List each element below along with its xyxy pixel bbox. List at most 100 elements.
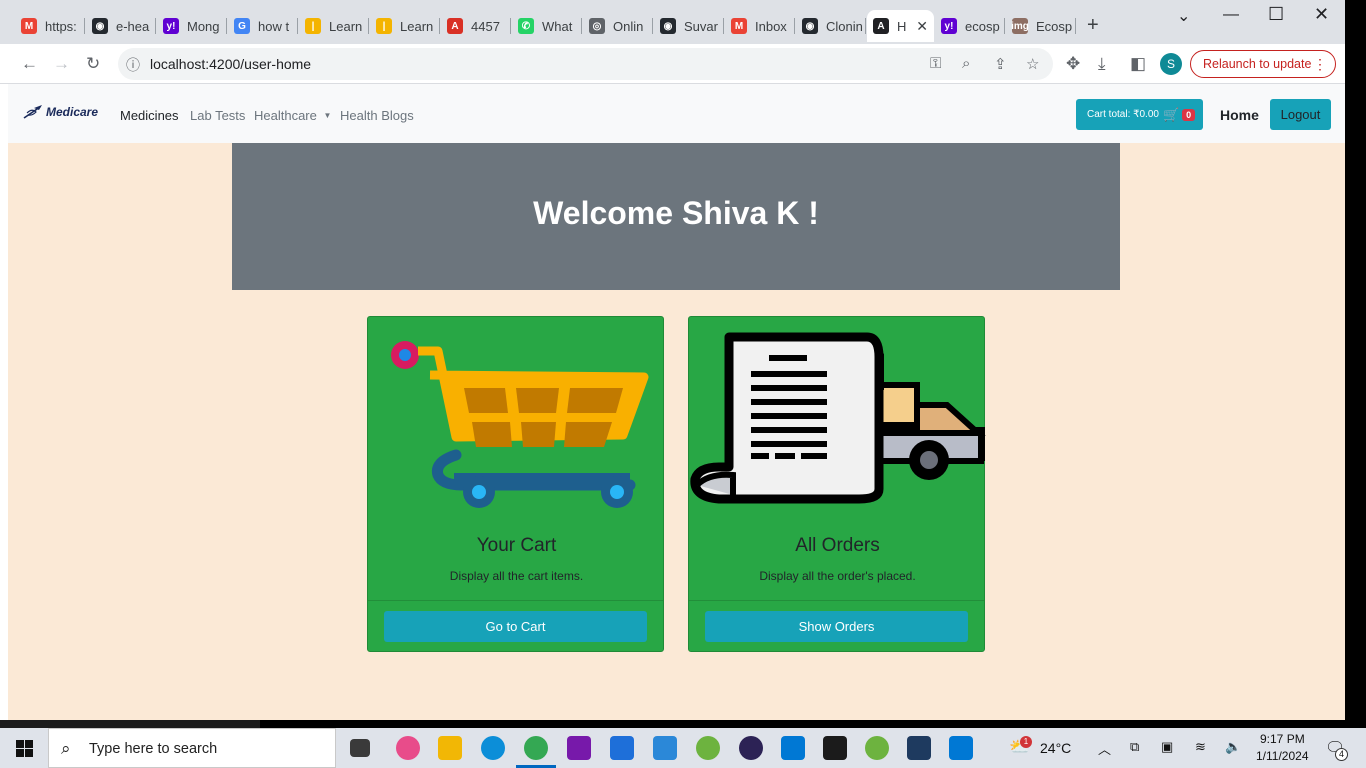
tab-separator xyxy=(226,18,227,34)
forward-arrow-icon[interactable]: → xyxy=(53,54,70,74)
show-hidden-icons-chevron-icon[interactable]: ︿ xyxy=(1098,739,1111,758)
eclipse-icon[interactable] xyxy=(739,736,763,760)
mysql-workbench-icon[interactable] xyxy=(907,736,931,760)
go-to-cart-button[interactable]: Go to Cart xyxy=(384,611,647,642)
meet-now-icon[interactable]: ⧉ xyxy=(1130,739,1139,755)
download-icon[interactable]: ⤓ xyxy=(1098,54,1106,74)
weather-temperature[interactable]: 24°C xyxy=(1040,740,1071,756)
browser-tab[interactable]: ◉ Clonin xyxy=(796,10,866,42)
browser-tab[interactable]: ◉ e-hea xyxy=(86,10,156,42)
taskbar-search-box[interactable]: ⌕ Type here to search xyxy=(48,728,336,768)
task-view-icon[interactable] xyxy=(350,739,370,757)
tab-separator xyxy=(368,18,369,34)
browser-tab[interactable]: Ghow t xyxy=(228,10,298,42)
screen-icon[interactable]: ▣ xyxy=(1161,739,1173,755)
browser-tab[interactable]: ◎ Onlin xyxy=(583,10,653,42)
github-icon: ◉ xyxy=(660,18,676,34)
reload-icon[interactable]: ↻ xyxy=(86,54,100,74)
tab-title: 4457 xyxy=(471,18,500,34)
delivery-truck-receipt-icon xyxy=(690,332,986,504)
clock-date[interactable]: 1/11/2024 xyxy=(1256,749,1309,763)
brand-logo[interactable]: Medicare xyxy=(22,104,98,120)
show-orders-button[interactable]: Show Orders xyxy=(705,611,968,642)
nav-link-medicines[interactable]: Medicines xyxy=(120,108,179,123)
browser-tab[interactable]: ✆ What xyxy=(512,10,582,42)
nav-dropdown-healthcare[interactable]: Healthcare ▼ xyxy=(254,108,331,123)
img-icon: img xyxy=(1011,18,1029,34)
yahoo-icon: y! xyxy=(163,18,179,34)
onenote-icon[interactable] xyxy=(567,736,591,760)
browser-tab[interactable]: img Ecosp xyxy=(1006,10,1076,42)
relaunch-button[interactable]: Relaunch to update ⋮ xyxy=(1190,50,1336,78)
search-placeholder: Type here to search xyxy=(89,741,218,757)
gmail-icon: M xyxy=(21,18,37,34)
welcome-banner: Welcome Shiva K ! xyxy=(232,143,1120,290)
side-panel-icon[interactable]: ◧ xyxy=(1130,54,1146,74)
browser-tab[interactable]: | Learn xyxy=(299,10,369,42)
relaunch-label: Relaunch to update xyxy=(1203,57,1312,71)
card-divider xyxy=(689,600,984,601)
close-tab-icon[interactable]: ✕ xyxy=(910,18,928,35)
search-icon: ⌕ xyxy=(61,739,71,758)
browser-tab[interactable]: A H ✕ xyxy=(867,10,934,42)
clock-time[interactable]: 9:17 PM xyxy=(1260,732,1305,746)
vscode-icon[interactable] xyxy=(949,736,973,760)
minimize-button[interactable]: — xyxy=(1223,6,1239,24)
spring-tools-icon[interactable] xyxy=(865,736,889,760)
tab-title: Onlin xyxy=(613,18,644,34)
logout-button[interactable]: Logout xyxy=(1270,99,1331,130)
profile-avatar[interactable]: S xyxy=(1160,53,1182,75)
file-explorer-icon[interactable] xyxy=(438,736,462,760)
vscode-icon[interactable] xyxy=(781,736,805,760)
share-icon[interactable]: ⇪ xyxy=(994,55,1007,73)
chrome-icon[interactable] xyxy=(524,736,548,760)
site-info-icon[interactable]: ⓘ xyxy=(126,55,140,75)
windows-start-icon[interactable] xyxy=(16,740,33,757)
spring-tools-icon[interactable] xyxy=(696,736,720,760)
tab-separator xyxy=(865,18,866,34)
key-icon[interactable]: ⚿ xyxy=(930,55,941,72)
browser-tab[interactable]: Mhttps: xyxy=(15,10,85,42)
tab-title: What xyxy=(542,18,573,34)
todo-icon[interactable] xyxy=(653,736,677,760)
tab-separator xyxy=(439,18,440,34)
brand-name: Medicare xyxy=(46,105,99,119)
browser-tab[interactable]: ◉ Suvar xyxy=(654,10,724,42)
horizontal-scrollbar[interactable] xyxy=(0,720,260,728)
back-arrow-icon[interactable]: ← xyxy=(21,54,38,74)
terminal-icon[interactable] xyxy=(823,736,847,760)
browser-tab[interactable]: A 4457 xyxy=(441,10,511,42)
new-tab-button[interactable]: + xyxy=(1087,14,1099,37)
browser-window: Mhttps: ◉ e-hea y! Mong Ghow t | Learn | Learn A 44… xyxy=(0,0,1345,720)
maximize-button[interactable]: ☐ xyxy=(1268,4,1284,25)
close-window-button[interactable]: ✕ xyxy=(1314,4,1329,25)
wifi-icon[interactable]: ≋ xyxy=(1195,739,1206,755)
tab-title: Learn xyxy=(329,18,363,34)
whatsapp-icon: ✆ xyxy=(518,18,534,34)
browser-tab[interactable]: y! ecosp xyxy=(935,10,1005,42)
more-menu-icon[interactable]: ⋮ xyxy=(1313,56,1327,73)
nav-link-lab-tests[interactable]: Lab Tests xyxy=(190,108,245,123)
edge-browser-icon[interactable] xyxy=(481,736,505,760)
tab-search-chevron-icon[interactable]: ⌄ xyxy=(1177,6,1190,26)
learn-icon: | xyxy=(376,18,392,34)
orders-card: All Orders Display all the order's place… xyxy=(688,316,986,652)
tab-title: H xyxy=(897,18,907,34)
browser-tab[interactable]: | Learn xyxy=(370,10,440,42)
snipping-tool-icon[interactable] xyxy=(396,736,420,760)
bookmark-star-icon[interactable]: ☆ xyxy=(1026,55,1039,73)
nav-link-health-blogs[interactable]: Health Blogs xyxy=(340,108,414,123)
welcome-heading: Welcome Shiva K ! xyxy=(533,195,819,231)
browser-tab[interactable]: M Inbox xyxy=(725,10,795,42)
extensions-puzzle-icon[interactable]: ✥ xyxy=(1066,54,1080,74)
tab-title: Clonin xyxy=(826,18,863,34)
browser-tab[interactable]: y! Mong xyxy=(157,10,227,42)
zoom-icon[interactable]: ⌕ xyxy=(962,55,970,72)
home-link[interactable]: Home xyxy=(1220,107,1259,123)
web-page: Medicare Medicines Lab Tests Healthcare … xyxy=(8,84,1345,720)
caret-down-icon: ▼ xyxy=(323,111,332,120)
volume-icon[interactable]: 🔈 xyxy=(1225,739,1241,755)
cart-total-button[interactable]: Cart total: ₹0.00 🛒 0 xyxy=(1076,99,1203,130)
address-bar[interactable]: ⓘ localhost:4200/user-home ⚿ ⌕ ⇪ ☆ xyxy=(118,48,1053,80)
mail-icon[interactable] xyxy=(610,736,634,760)
